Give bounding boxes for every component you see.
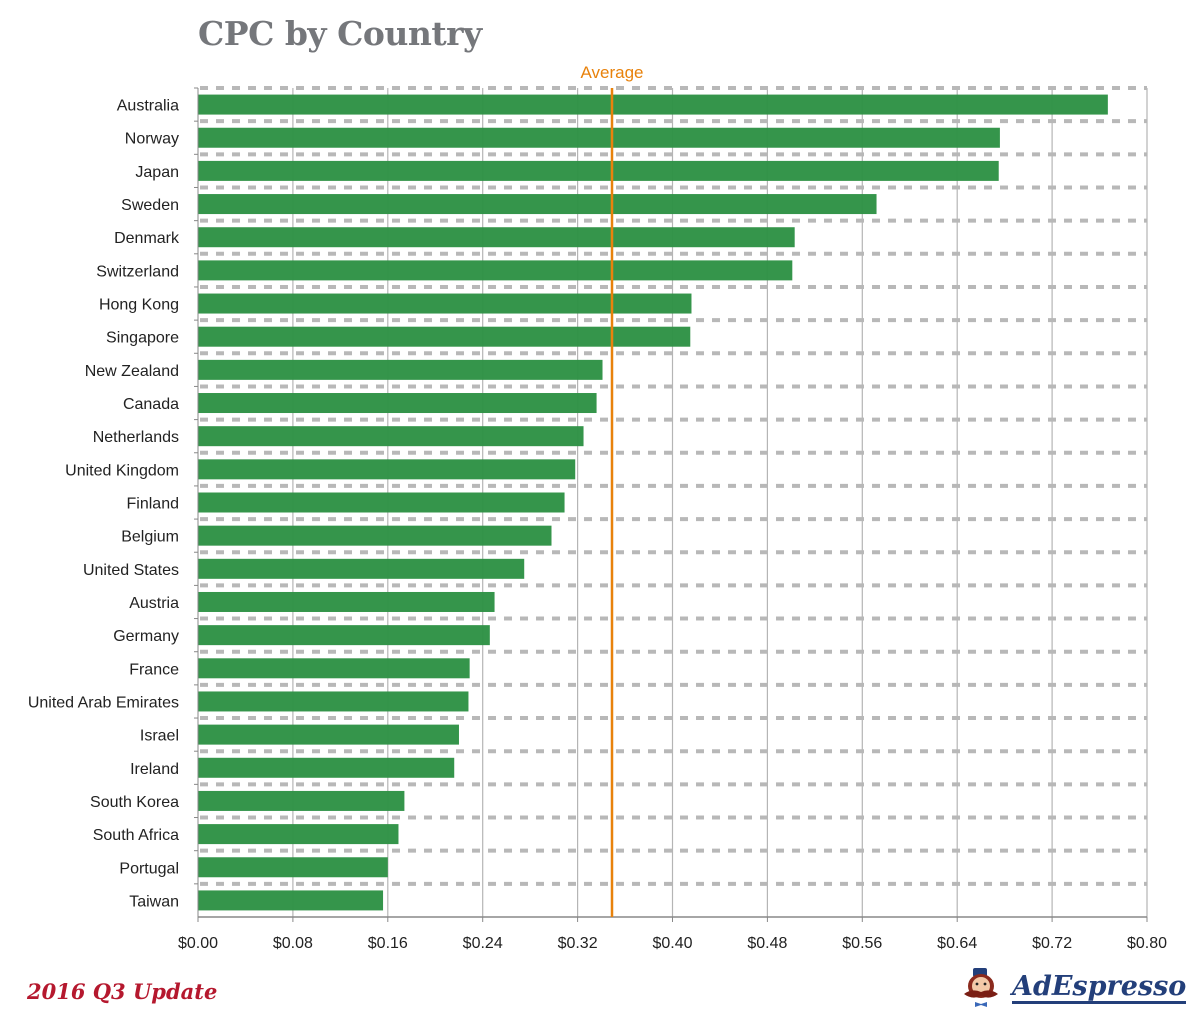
- x-tick-label: $0.56: [842, 935, 882, 952]
- bar[interactable]: [198, 790, 405, 811]
- bar[interactable]: [198, 393, 597, 414]
- category-label: Australia: [117, 98, 179, 115]
- x-tick-label: $0.32: [558, 935, 598, 952]
- x-tick-label: $0.48: [747, 935, 787, 952]
- category-label: South Africa: [93, 827, 179, 844]
- x-tick-label: $0.40: [652, 935, 692, 952]
- bar[interactable]: [198, 194, 877, 215]
- category-label: Denmark: [114, 230, 180, 247]
- brand-logo[interactable]: AdEspresso: [958, 968, 1187, 1008]
- category-label: Israel: [140, 728, 179, 745]
- bar[interactable]: [198, 260, 793, 281]
- category-label: Sweden: [121, 197, 179, 214]
- bar[interactable]: [198, 359, 603, 380]
- brand-name: AdEspresso: [1012, 970, 1187, 1004]
- bar-chart: Australia Norway Japan Sweden Denmark Switzer…: [28, 63, 1167, 952]
- x-tick-label: $0.00: [178, 935, 218, 952]
- category-label: United Arab Emirates: [28, 694, 179, 711]
- category-label: Portugal: [119, 860, 179, 877]
- bar[interactable]: [198, 658, 470, 679]
- category-label: South Korea: [90, 794, 179, 811]
- x-tick-label: $0.24: [463, 935, 503, 952]
- bar[interactable]: [198, 94, 1108, 115]
- bar[interactable]: [198, 591, 495, 612]
- bar[interactable]: [198, 724, 459, 745]
- category-label: Japan: [135, 164, 179, 181]
- category-label: Ireland: [130, 761, 179, 778]
- x-tick-label: $0.16: [368, 935, 408, 952]
- average-line-group: Average: [580, 63, 644, 917]
- category-label: Norway: [125, 131, 179, 148]
- bar[interactable]: [198, 326, 691, 347]
- bar[interactable]: [198, 160, 999, 181]
- x-tick-label: $0.08: [273, 935, 313, 952]
- bar[interactable]: [198, 525, 552, 546]
- bar[interactable]: [198, 625, 490, 646]
- bar[interactable]: [198, 890, 384, 911]
- bar[interactable]: [198, 857, 388, 878]
- category-label: Taiwan: [129, 893, 179, 910]
- category-label: Netherlands: [93, 429, 179, 446]
- category-label: New Zealand: [85, 363, 179, 380]
- bars: [198, 94, 1108, 911]
- bar[interactable]: [198, 426, 584, 447]
- category-label: Singapore: [106, 330, 179, 347]
- category-label: Austria: [129, 595, 179, 612]
- category-label: Canada: [123, 396, 179, 413]
- bar[interactable]: [198, 492, 565, 513]
- category-label: Hong Kong: [99, 297, 179, 314]
- bar[interactable]: [198, 691, 469, 712]
- x-tick-label: $0.64: [937, 935, 977, 952]
- update-label: 2016 Q3 Update: [27, 979, 218, 1004]
- category-label: United States: [83, 562, 179, 579]
- bar[interactable]: [198, 558, 525, 579]
- category-label: France: [129, 661, 179, 678]
- mustache-mascot-icon: [964, 968, 998, 1007]
- category-label: Finland: [127, 496, 179, 513]
- bar[interactable]: [198, 293, 692, 314]
- x-tick-label: $0.72: [1032, 935, 1072, 952]
- average-label: Average: [580, 63, 643, 82]
- category-label: Switzerland: [96, 263, 179, 280]
- category-label: Belgium: [121, 529, 179, 546]
- x-tick-labels: $0.00 $0.08 $0.16 $0.24 $0.32 $0.40 $0.48 $0.56…: [178, 935, 1167, 952]
- category-label: Germany: [113, 628, 179, 645]
- bar[interactable]: [198, 227, 795, 248]
- bar[interactable]: [198, 757, 455, 778]
- category-label: United Kingdom: [65, 462, 179, 479]
- category-labels: Australia Norway Japan Sweden Denmark Switzer…: [28, 98, 180, 911]
- bar[interactable]: [198, 127, 1000, 148]
- bar[interactable]: [198, 824, 399, 845]
- x-tick-label: $0.80: [1127, 935, 1167, 952]
- bar[interactable]: [198, 459, 576, 480]
